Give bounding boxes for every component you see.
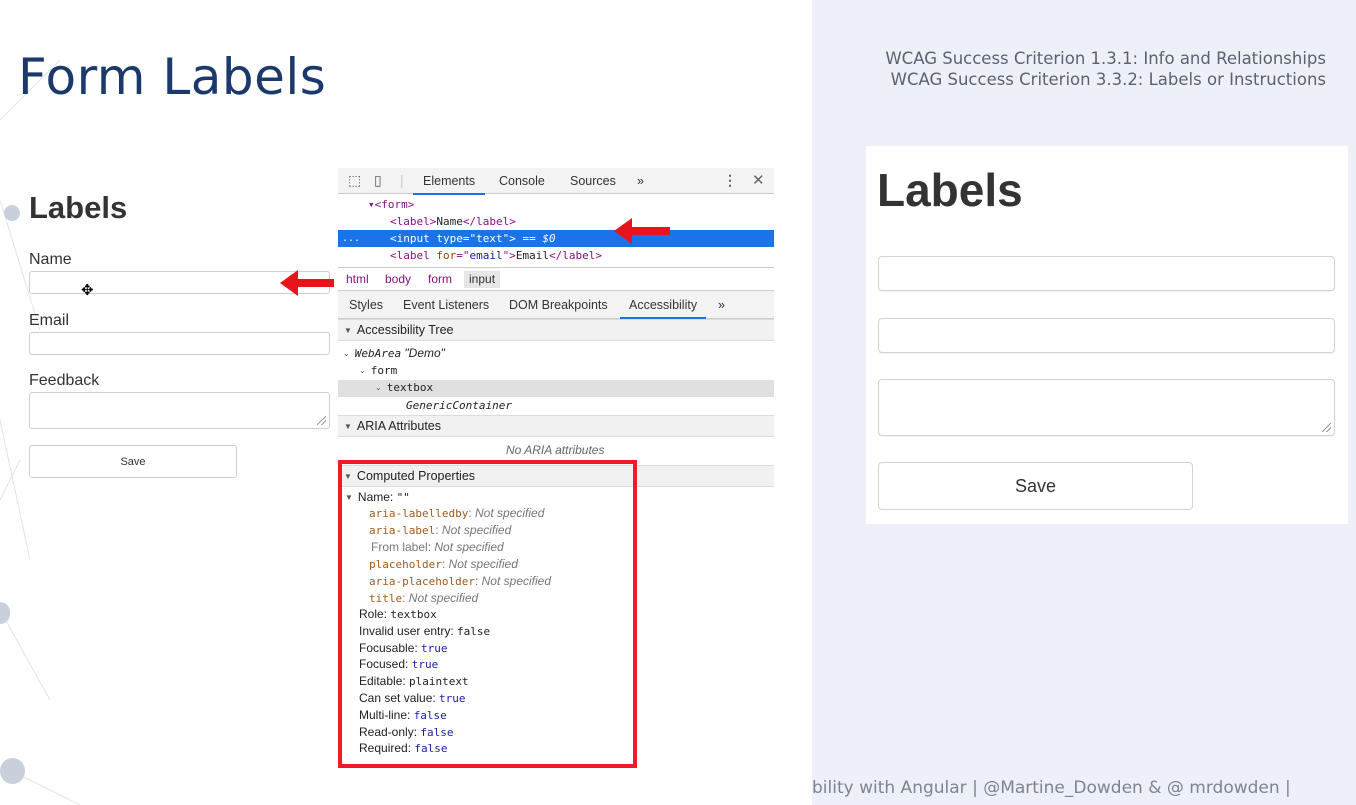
more-tabs-button[interactable]: » bbox=[637, 174, 644, 188]
rendered-heading: Labels bbox=[877, 164, 1023, 216]
email-label: Email bbox=[29, 312, 70, 329]
tab-console[interactable]: Console bbox=[499, 174, 545, 188]
code-token: <label> bbox=[390, 215, 437, 228]
code-text: ▾<form> bbox=[368, 196, 414, 213]
inspect-element-icon[interactable]: ⬚ bbox=[348, 172, 361, 189]
breadcrumb-form[interactable]: form bbox=[428, 272, 452, 286]
code-token: </label> bbox=[548, 249, 602, 262]
save-button[interactable]: Save bbox=[29, 445, 237, 478]
tree-node-form[interactable]: ⌄ form bbox=[359, 363, 397, 377]
code-token: =" bbox=[456, 249, 470, 262]
tree-node-textbox[interactable]: ⌄ textbox bbox=[375, 380, 433, 394]
code-token: for bbox=[436, 249, 457, 262]
breadcrumb: html body form input bbox=[338, 267, 774, 291]
wcag-criterion-2: WCAG Success Criterion 3.3.2: Labels or … bbox=[890, 70, 1326, 89]
node-role: WebArea bbox=[354, 347, 402, 360]
node-role: textbox bbox=[386, 381, 434, 394]
code-line[interactable]: ▾<form> bbox=[338, 196, 774, 213]
code-line[interactable]: <label>Name</label> bbox=[338, 213, 774, 230]
aria-attributes-header[interactable]: ▼ ARIA Attributes bbox=[338, 415, 774, 437]
selected-code-line[interactable]: ... <input type="text"> == $0 bbox=[338, 230, 774, 247]
breadcrumb-body[interactable]: body bbox=[385, 272, 411, 286]
name-label: Name bbox=[29, 251, 72, 268]
code-token: <input bbox=[390, 232, 437, 245]
tab-sources[interactable]: Sources bbox=[570, 174, 616, 188]
collapse-triangle-icon: ▼ bbox=[344, 422, 352, 431]
expand-chevron-icon: ⌄ bbox=[343, 349, 350, 358]
feedback-label: Feedback bbox=[29, 372, 100, 389]
decorative-dot bbox=[4, 205, 20, 221]
toolbar-divider: | bbox=[400, 172, 404, 188]
red-arrow-icon bbox=[614, 218, 670, 244]
code-text: <label for="email">Email</label> bbox=[390, 247, 602, 264]
expand-chevron-icon: ⌄ bbox=[375, 383, 382, 392]
tab-accessibility[interactable]: Accessibility bbox=[619, 298, 707, 319]
wcag-criteria: WCAG Success Criterion 1.3.1: Info and R… bbox=[885, 48, 1326, 90]
kebab-menu-icon[interactable]: ⋮ bbox=[723, 172, 737, 189]
rendered-feedback-textarea[interactable] bbox=[878, 379, 1335, 436]
resize-grip-icon[interactable] bbox=[1322, 423, 1331, 432]
code-token: Name bbox=[436, 215, 463, 228]
code-token: </label> bbox=[462, 215, 516, 228]
tab-elements[interactable]: Elements bbox=[412, 174, 486, 195]
rendered-email-input[interactable] bbox=[878, 318, 1335, 353]
node-name: "Demo" bbox=[404, 346, 445, 360]
collapse-triangle-icon: ▼ bbox=[344, 326, 352, 335]
code-token: Email bbox=[515, 249, 549, 262]
code-text: <input type="text"> == $0 bbox=[390, 230, 556, 247]
decorative-dot bbox=[0, 758, 25, 784]
code-token: "> bbox=[502, 232, 516, 245]
tab-event-listeners[interactable]: Event Listeners bbox=[403, 298, 489, 312]
code-token: text bbox=[476, 232, 503, 245]
section-title: Accessibility Tree bbox=[356, 323, 454, 337]
tab-dom-breakpoints[interactable]: DOM Breakpoints bbox=[509, 298, 608, 312]
code-token: =" bbox=[462, 232, 477, 245]
no-aria-message: No ARIA attributes bbox=[506, 443, 605, 457]
code-token: ▾<form> bbox=[368, 198, 415, 211]
sidebar-tabs: Styles Event Listeners DOM Breakpoints A… bbox=[338, 291, 774, 319]
code-token: type bbox=[436, 232, 463, 245]
tab-styles[interactable]: Styles bbox=[349, 298, 383, 312]
expand-chevron-icon: ⌄ bbox=[359, 366, 366, 375]
code-token: "> bbox=[502, 249, 516, 262]
more-subtabs-button[interactable]: » bbox=[718, 298, 725, 312]
breadcrumb-input[interactable]: input bbox=[464, 271, 501, 288]
wcag-criterion-1: WCAG Success Criterion 1.3.1: Info and R… bbox=[885, 49, 1326, 68]
breadcrumb-html[interactable]: html bbox=[346, 272, 369, 286]
close-icon[interactable]: ✕ bbox=[752, 171, 765, 189]
rendered-save-button[interactable]: Save bbox=[878, 462, 1193, 510]
accessibility-tree-header[interactable]: ▼ Accessibility Tree bbox=[338, 319, 774, 341]
devtools-toolbar: ⬚ ▯ | Elements Console Sources » ⋮ ✕ bbox=[338, 168, 774, 195]
node-role: form bbox=[370, 364, 398, 377]
rendered-name-input[interactable] bbox=[878, 256, 1335, 291]
resize-grip-icon[interactable] bbox=[317, 416, 326, 425]
code-text: <label>Name</label> bbox=[390, 213, 516, 230]
slide-footer: bility with Angular | @Martine_Dowden & … bbox=[812, 778, 1291, 798]
code-token: email bbox=[469, 249, 503, 262]
demo-heading: Labels bbox=[29, 190, 128, 225]
code-token: <label bbox=[390, 249, 437, 262]
red-arrow-icon bbox=[280, 270, 334, 296]
code-token: == $0 bbox=[515, 232, 556, 245]
code-line[interactable]: <label for="email">Email</label> bbox=[338, 247, 774, 264]
tree-node-webarea[interactable]: ⌄ WebArea "Demo" bbox=[343, 346, 445, 360]
computed-properties-highlight bbox=[338, 460, 637, 768]
more-options-icon[interactable]: ... bbox=[342, 230, 360, 247]
feedback-textarea[interactable] bbox=[29, 392, 330, 429]
tree-node-generic[interactable]: GenericContainer bbox=[406, 399, 512, 412]
slide-title: Form Labels bbox=[18, 48, 327, 106]
device-toolbar-icon[interactable]: ▯ bbox=[374, 172, 382, 189]
move-cursor-icon: ✥ bbox=[81, 282, 94, 299]
section-title: ARIA Attributes bbox=[356, 419, 441, 433]
email-input[interactable] bbox=[29, 332, 330, 355]
